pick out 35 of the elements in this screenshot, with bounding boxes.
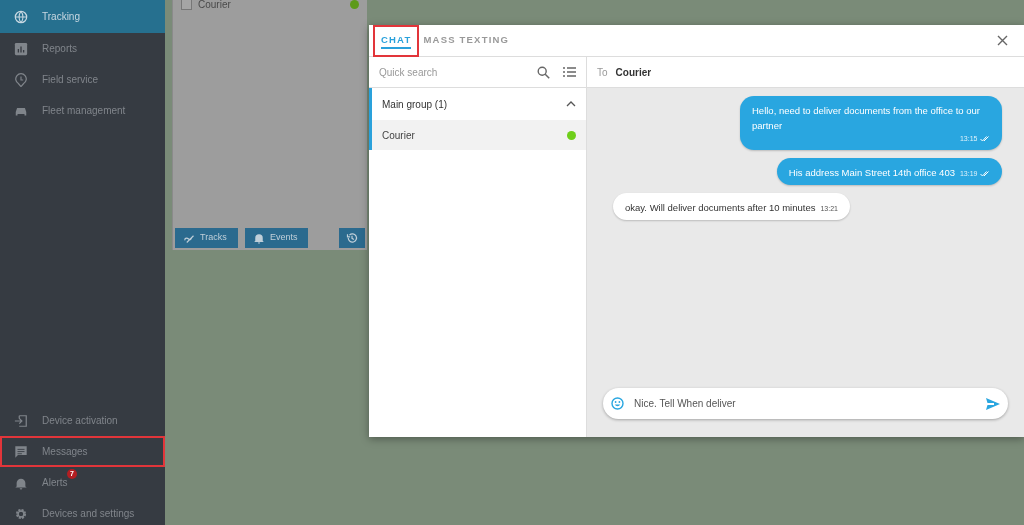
panel-button[interactable]: Tracks — [175, 228, 238, 248]
list-icon[interactable] — [563, 67, 576, 77]
sidebar-item[interactable]: Field service — [0, 64, 165, 95]
sidebar-item[interactable]: Devices and settings — [0, 498, 165, 525]
gear-icon — [14, 506, 28, 521]
sidebar-item[interactable]: Reports — [0, 33, 165, 64]
bar-chart-icon — [14, 41, 28, 56]
recipient-name: Courier — [615, 65, 652, 80]
close-icon[interactable] — [997, 35, 1008, 46]
tab[interactable]: MASS TEXTING — [417, 26, 516, 55]
login-icon — [14, 413, 28, 428]
chevron-up-icon — [566, 100, 576, 108]
send-icon[interactable] — [986, 397, 1000, 410]
recipient-label: To — [597, 65, 608, 80]
checkbox[interactable] — [181, 0, 192, 10]
panel-button[interactable]: Events — [245, 228, 308, 248]
tab[interactable]: CHAT — [375, 26, 418, 55]
chat-icon — [14, 444, 28, 459]
history-button[interactable] — [339, 228, 365, 248]
sidebar-item[interactable]: Fleet management — [0, 95, 165, 126]
history-icon — [346, 232, 358, 244]
bell-icon — [253, 232, 265, 244]
sidebar-item[interactable]: Messages — [0, 436, 165, 467]
message-text: Hello, need to deliver documents from the office to our partner — [752, 105, 980, 132]
sidebar-item[interactable]: Device activation — [0, 405, 165, 436]
device-name: Courier — [198, 0, 232, 12]
globe-icon — [14, 9, 28, 24]
search-icon[interactable] — [537, 65, 550, 79]
smiley-icon[interactable] — [611, 397, 624, 410]
message-text: okay. Will deliver documents after 10 minutes — [625, 200, 816, 215]
message-field[interactable]: Nice. Tell When deliver — [603, 388, 1008, 419]
clock-pin-icon — [14, 72, 28, 87]
contact-item[interactable]: Courier — [369, 120, 586, 150]
sidebar-item[interactable]: Tracking — [0, 0, 165, 33]
message-text: His address Main Street 14th office 403 — [788, 165, 955, 180]
